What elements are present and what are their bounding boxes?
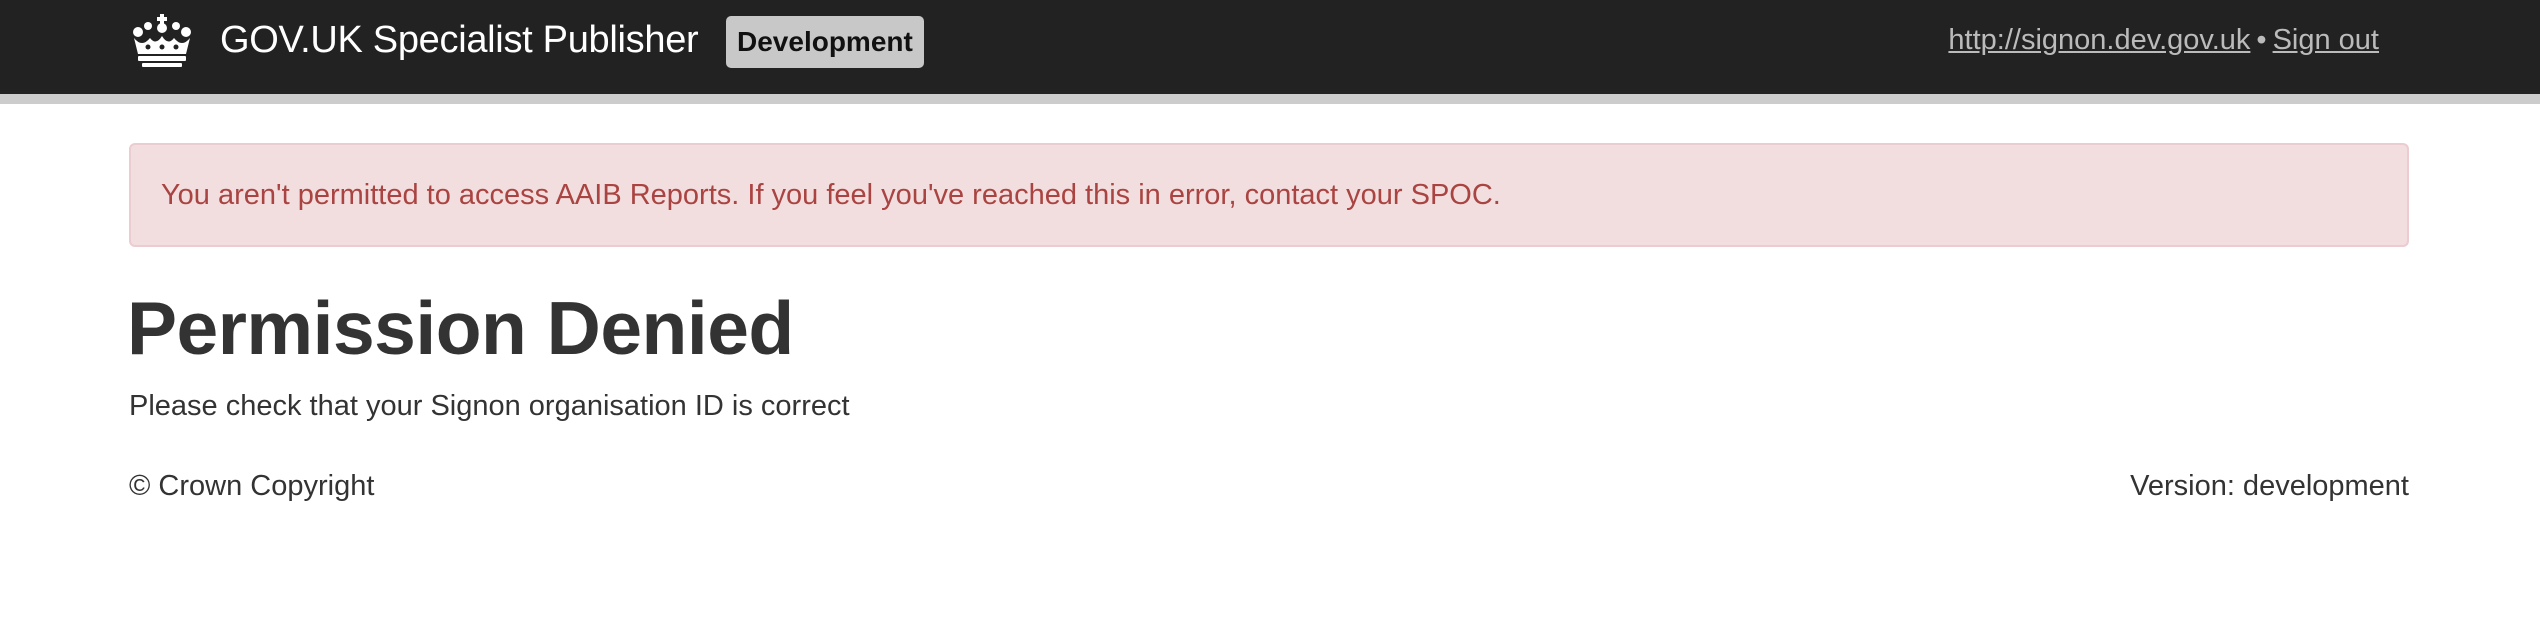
top-navbar: GOV.UK Specialist Publisher Development … [0,0,2540,104]
sign-out-link[interactable]: Sign out [2273,24,2379,56]
permission-alert: You aren't permitted to access AAIB Repo… [129,143,2409,247]
account-links: http://signon.dev.gov.uk • Sign out [1948,20,2379,60]
alert-message: You aren't permitted to access AAIB Repo… [161,179,1501,211]
version-label: Version: development [2130,470,2409,502]
page-title: Permission Denied [127,286,794,370]
signon-link[interactable]: http://signon.dev.gov.uk [1948,24,2250,56]
nav-separator: • [2256,24,2267,56]
app-brand-link[interactable]: GOV.UK Specialist Publisher [220,14,699,66]
permission-help-text: Please check that your Signon organisati… [129,390,850,422]
environment-badge: Development [726,16,924,68]
copyright-notice: © Crown Copyright [129,470,375,502]
crown-icon[interactable] [128,14,196,68]
